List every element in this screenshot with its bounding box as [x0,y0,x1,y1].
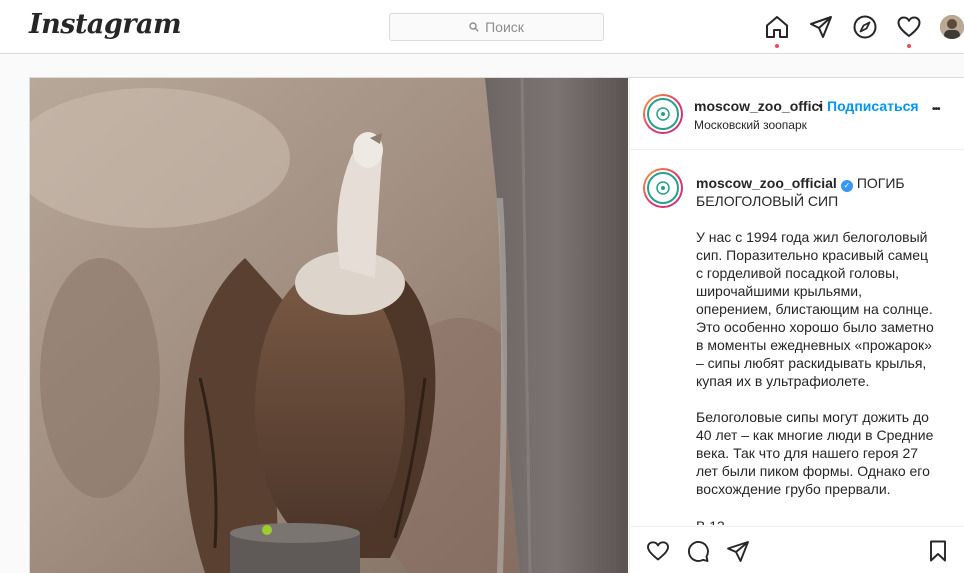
home-icon[interactable] [764,14,790,40]
caption-header: moscow_zoo_official ✓ ПОГИБ БЕЛОГОЛОВЫЙ СИ… [696,174,936,210]
post-location[interactable]: Московский зоопарк [694,118,807,132]
comment-icon[interactable] [686,539,710,563]
heart-icon[interactable] [896,14,922,40]
post-card: moscow_zoo_offici • Подписаться Московск… [29,77,964,573]
share-paper-plane-icon[interactable] [726,539,750,563]
post-username[interactable]: moscow_zoo_offici [694,98,823,114]
paper-plane-icon[interactable] [808,14,834,40]
caption-avatar[interactable] [643,168,683,208]
avatar-photo [940,15,964,39]
compass-icon[interactable] [852,14,878,40]
instagram-logo[interactable]: Instagram [29,9,182,40]
activity-notification-dot [907,44,911,48]
home-notification-dot [775,44,779,48]
avatar[interactable] [940,15,964,39]
bookmark-icon[interactable] [926,539,950,563]
caption-username[interactable]: moscow_zoo_official [696,175,837,191]
caption-paragraph-1: У нас с 1994 года жил белоголовый сип. П… [696,229,934,389]
verified-badge-icon: ✓ [840,180,853,192]
follow-button[interactable]: Подписаться [827,98,919,114]
search-icon [469,22,479,32]
post-side-panel: moscow_zoo_offici • Подписаться Московск… [629,78,964,573]
zoo-logo-icon [647,172,679,204]
caption-paragraph-3: В 13 [696,517,936,525]
zoo-logo-icon [647,98,679,130]
post-header: moscow_zoo_offici • Подписаться Московск… [630,78,964,150]
search-placeholder: Поиск [485,19,524,35]
like-heart-icon[interactable] [646,539,670,563]
post-actions-bar [630,526,964,573]
more-options-icon[interactable]: ••• [932,104,940,115]
separator-dot: • [818,99,823,113]
vulture-photo [30,78,628,573]
caption-paragraph-2: Белоголовые сипы могут дожить до 40 лет … [696,409,934,497]
search-input[interactable]: Поиск [389,13,604,41]
zoo-avatar[interactable] [643,94,683,134]
top-navigation-bar: Instagram Поиск [0,0,964,54]
post-video[interactable] [30,78,628,573]
